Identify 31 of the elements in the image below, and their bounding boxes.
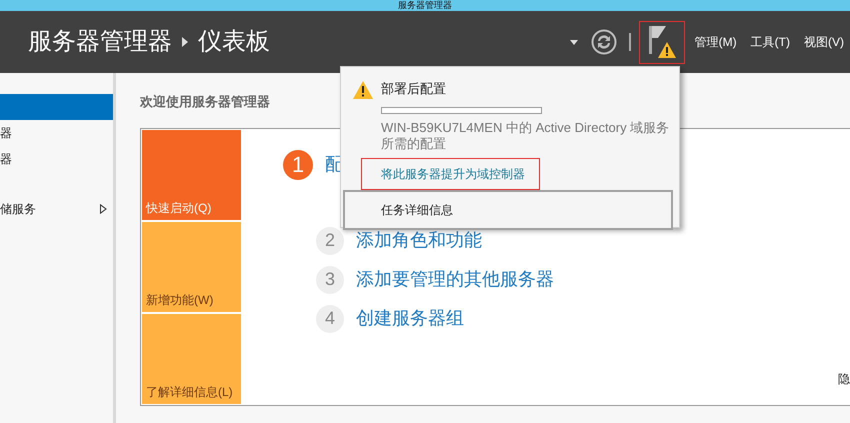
notification-title: 部署后配置 — [381, 80, 447, 98]
warning-icon — [353, 81, 373, 99]
step-link[interactable]: 添加角色和功能 — [356, 227, 482, 254]
section-heading: 欢迎使用服务器管理器 — [140, 93, 270, 111]
step-number: 1 — [283, 150, 313, 180]
task-details-button[interactable]: 任务详细信息 — [343, 190, 673, 230]
dropdown-caret-icon[interactable] — [570, 40, 578, 44]
breadcrumb-link[interactable]: 服务器管理器 — [28, 24, 172, 60]
expand-arrow-icon[interactable] — [100, 204, 107, 214]
tile-tab[interactable]: 了解详细信息(L) — [142, 314, 241, 404]
page-title: 仪表板 — [198, 27, 270, 57]
window-title: 服务器管理器 — [398, 0, 452, 11]
tile-tab[interactable]: 新增功能(W) — [142, 222, 241, 312]
sidebar-item[interactable]: 器 — [0, 120, 113, 146]
menu-item[interactable]: 工具(T) — [742, 33, 796, 51]
menu-item[interactable]: 管理(M) — [686, 33, 743, 51]
refresh-icon[interactable] — [590, 29, 617, 55]
breadcrumb-arrow-icon — [182, 37, 188, 47]
sidebar-item[interactable]: 储服务 — [0, 196, 113, 222]
menu-item[interactable]: 视图(V) — [796, 33, 850, 51]
step-number: 3 — [316, 266, 344, 294]
edge-text: 隐 — [838, 371, 850, 388]
step-number: 4 — [316, 304, 344, 332]
notification-description: WIN-B59KU7L4MEN 中的 Active Directory 域服务所需的配置 — [381, 120, 670, 152]
step-link[interactable]: 创建服务器组 — [356, 305, 464, 332]
step-number: 2 — [316, 226, 344, 254]
sidebar-item[interactable]: 器 — [0, 146, 113, 172]
notifications-button[interactable] — [638, 20, 685, 64]
step-link[interactable]: 添加要管理的其他服务器 — [356, 266, 554, 293]
flag-warning-icon — [646, 24, 677, 60]
promote-link[interactable]: 将此服务器提升为域控制器 — [361, 158, 540, 190]
